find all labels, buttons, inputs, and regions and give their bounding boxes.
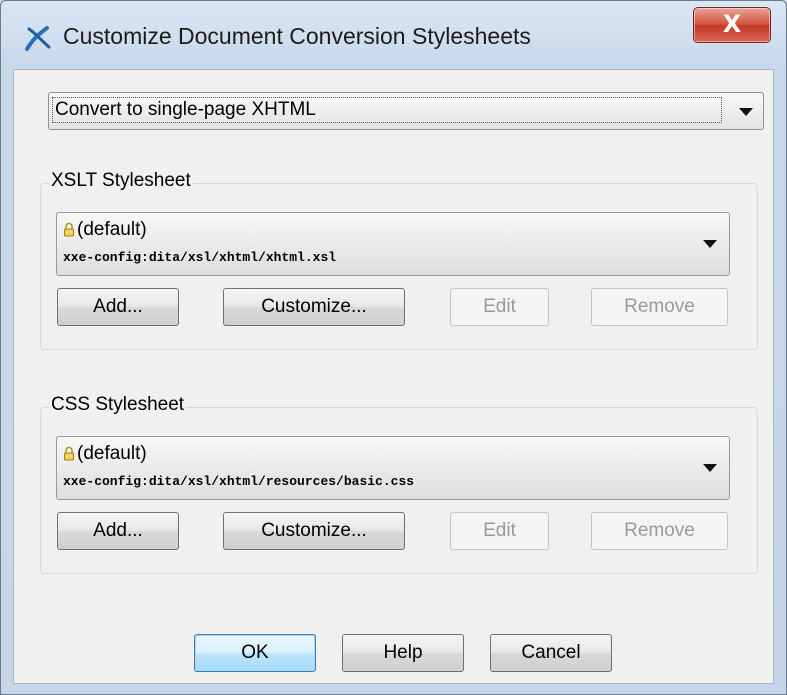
lock-icon [64,446,74,461]
xslt-customize-button[interactable]: Customize... [223,288,405,326]
css-add-button[interactable]: Add... [57,512,179,550]
lock-icon [64,222,74,237]
conversion-select-value: Convert to single-page XHTML [52,97,722,123]
css-remove-button[interactable]: Remove [591,512,728,550]
chevron-down-icon [739,108,753,116]
chevron-down-icon [703,240,717,248]
chevron-down-icon [703,464,717,472]
dialog-content: Convert to single-page XHTML XSLT Styles… [13,69,774,684]
title-bar: Customize Document Conversion Stylesheet… [1,1,786,71]
css-stylesheet-group: CSS Stylesheet (default) xxe-config:dita… [40,394,758,574]
css-stylesheet-path: xxe-config:dita/xsl/xhtml/resources/basi… [63,474,415,489]
close-button[interactable]: X [693,7,771,43]
dialog-window: Customize Document Conversion Stylesheet… [0,0,787,695]
xslt-edit-button[interactable]: Edit [450,288,549,326]
css-stylesheet-select[interactable]: (default) xxe-config:dita/xsl/xhtml/reso… [56,436,730,500]
xslt-stylesheet-group: XSLT Stylesheet (default) xxe-config:dit… [40,170,758,350]
xslt-add-button[interactable]: Add... [57,288,179,326]
xxe-icon [25,26,51,51]
css-group-title: CSS Stylesheet [49,394,187,416]
css-customize-button[interactable]: Customize... [223,512,405,550]
ok-button[interactable]: OK [194,634,316,672]
xslt-group-title: XSLT Stylesheet [49,170,193,192]
xslt-stylesheet-select[interactable]: (default) xxe-config:dita/xsl/xhtml/xhtm… [56,212,730,276]
help-button[interactable]: Help [342,634,464,672]
css-edit-button[interactable]: Edit [450,512,549,550]
window-title: Customize Document Conversion Stylesheet… [63,23,531,49]
xslt-remove-button[interactable]: Remove [591,288,728,326]
cancel-button[interactable]: Cancel [490,634,612,672]
xslt-stylesheet-name: (default) [77,219,147,240]
css-stylesheet-name: (default) [77,443,147,464]
conversion-select[interactable]: Convert to single-page XHTML [48,92,764,130]
xslt-stylesheet-path: xxe-config:dita/xsl/xhtml/xhtml.xsl [63,250,337,265]
